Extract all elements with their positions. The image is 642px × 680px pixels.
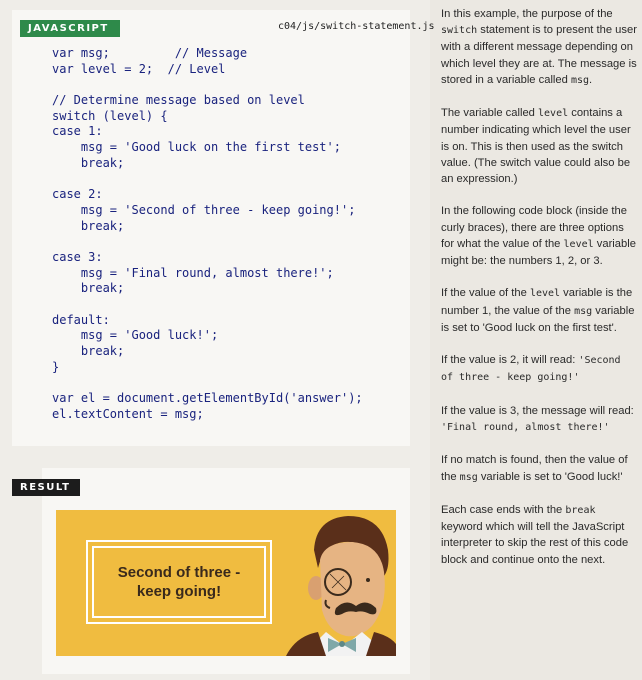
code-line: case 3: (52, 249, 103, 264)
desc-text: If the value is 3, the message will read… (441, 404, 634, 417)
desc-paragraph-5: If the value is 2, it will read: 'Second… (441, 352, 637, 386)
desc-text: The variable called (441, 107, 539, 120)
code-line: break; (52, 218, 125, 233)
inline-code: msg (574, 305, 593, 317)
inline-code: 'Final round, almost there!' (441, 422, 610, 433)
desc-paragraph-8: Each case ends with the break keyword wh… (441, 502, 637, 568)
code-line: msg = 'Second of three - keep going!'; (52, 202, 356, 217)
desc-paragraph-7: If no match is found, then the value of … (441, 452, 637, 485)
inline-code: level (529, 288, 561, 300)
code-line: break; (52, 155, 125, 170)
code-line: default: (52, 312, 110, 327)
desc-paragraph-6: If the value is 3, the message will read… (441, 403, 637, 436)
inline-code: msg (570, 74, 590, 86)
code-line: var el = document.getElementById('answer… (52, 391, 363, 406)
code-line: msg = 'Good luck on the first test'; (52, 140, 341, 155)
code-filename: c04/js/switch-statement.js (278, 21, 435, 32)
message-frame: Second of three - keep going! (86, 540, 272, 624)
result-label: RESULT (12, 479, 80, 496)
desc-paragraph-2: The variable called level contains a num… (441, 105, 637, 187)
inline-code: level (538, 108, 569, 120)
code-line: switch (level) { (52, 108, 168, 123)
inline-code: break (565, 504, 596, 516)
code-block: var msg; // Message var level = 2; // Lev… (52, 46, 408, 423)
desc-paragraph-1: In this example, the purpose of the swit… (441, 6, 637, 89)
code-line: msg = 'Final round, almost there!'; (52, 265, 334, 280)
code-line: var msg; // Message (52, 46, 248, 60)
desc-text: Each case ends with the (441, 503, 566, 516)
javascript-label: JAVASCRIPT (20, 20, 120, 37)
description-text: In this example, the purpose of the swit… (441, 6, 637, 584)
code-line: case 2: (52, 187, 103, 202)
inline-code: level (563, 238, 594, 250)
code-line: } (52, 359, 60, 374)
code-line: break; (52, 344, 125, 359)
result-banner: Second of three - keep going! (56, 510, 396, 656)
desc-text: In this example, the purpose of the (441, 8, 613, 20)
desc-paragraph-4: If the value of the level variable is th… (441, 285, 637, 336)
inline-code: msg (459, 471, 478, 483)
code-line: msg = 'Good luck!'; (52, 328, 219, 343)
desc-text: If the value is 2, it will read: (441, 354, 579, 367)
code-line: case 1: (52, 124, 103, 139)
code-line: // Determine message based on level (52, 93, 305, 108)
result-message: Second of three - keep going! (117, 564, 241, 600)
code-line: var level = 2; // Level (52, 61, 226, 76)
desc-text: . (589, 73, 593, 86)
code-line: el.textContent = msg; (52, 406, 204, 421)
character-illustration (286, 516, 396, 656)
desc-text: If the value of the (441, 287, 530, 300)
inline-code: switch (441, 25, 478, 37)
code-line: break; (52, 281, 125, 296)
code-panel: JAVASCRIPT c04/js/switch-statement.js va… (12, 10, 435, 446)
desc-text: keyword which will tell the JavaScript i… (441, 521, 629, 566)
desc-text: variable is set to 'Good luck!' (477, 470, 623, 483)
desc-paragraph-3: In the following code block (inside the … (441, 203, 637, 269)
